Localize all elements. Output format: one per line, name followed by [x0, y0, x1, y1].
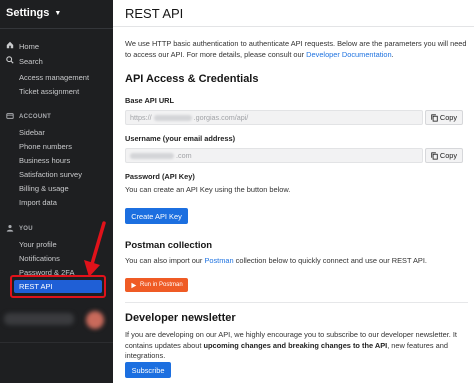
home-icon [5, 41, 15, 51]
caret-down-icon: ▼ [54, 9, 62, 17]
sidebar-title: Settings [6, 7, 50, 19]
username-label: Username (your email address) [125, 134, 236, 143]
postman-text: You can also import our Postman collecti… [125, 256, 468, 267]
password-label: Password (API Key) [125, 172, 195, 181]
intro-body: We use HTTP basic authentication to auth… [125, 39, 467, 59]
sidebar-item-phone-numbers[interactable]: Phone numbers [0, 139, 113, 153]
page-title: REST API [125, 5, 184, 21]
sidebar-bottom-divider [0, 342, 113, 343]
sidebar-item-label: Home [19, 41, 40, 51]
base-url-field[interactable]: https:// .gorgias.com/api/ [125, 110, 423, 125]
sidebar-item-label: Your profile [19, 239, 57, 249]
sidebar-item-access-management[interactable]: Access management [0, 70, 113, 84]
sidebar-header[interactable]: Settings ▼ [0, 0, 113, 26]
run-in-postman-button[interactable]: Run in Postman [125, 278, 188, 292]
sidebar-item-billing-usage[interactable]: Billing & usage [0, 181, 113, 195]
copy-icon [431, 113, 438, 122]
password-help-text: You can create an API Key using the butt… [125, 185, 291, 194]
base-url-suffix: .gorgias.com/api/ [193, 113, 249, 122]
account-icon [5, 112, 15, 122]
sidebar-item-satisfaction-survey[interactable]: Satisfaction survey [0, 167, 113, 181]
main-content: REST API We use HTTP basic authenticatio… [113, 0, 474, 383]
section-label: ACCOUNT [19, 114, 52, 120]
postman-text-end: collection below to quickly connect and … [233, 256, 427, 265]
section-label: YOU [19, 226, 33, 232]
base-url-prefix: https:// [130, 113, 152, 122]
username-suffix: .com [176, 151, 192, 160]
newsletter-text: If you are developing on our API, we hig… [125, 330, 468, 362]
sidebar-divider [0, 28, 113, 29]
user-name-blurred[interactable] [4, 313, 74, 325]
intro-text: We use HTTP basic authentication to auth… [125, 39, 468, 60]
annotation-arrow-icon [84, 221, 106, 277]
sidebar-item-import-data[interactable]: Import data [0, 195, 113, 209]
section-divider [125, 302, 468, 303]
user-icon [5, 224, 15, 234]
sidebar-item-home[interactable]: Home [0, 39, 113, 53]
sidebar-item-label: Business hours [19, 155, 71, 165]
postman-icon [131, 282, 137, 288]
settings-sidebar: Settings ▼ Home Search Access management… [0, 0, 113, 383]
sidebar-item-ticket-assignment[interactable]: Ticket assignment [0, 84, 113, 98]
credentials-heading: API Access & Credentials [125, 73, 259, 85]
newsletter-heading: Developer newsletter [125, 312, 236, 324]
sidebar-item-label: Import data [19, 197, 57, 207]
postman-link[interactable]: Postman [204, 256, 233, 265]
base-url-label: Base API URL [125, 96, 175, 105]
postman-text-start: You can also import our [125, 256, 205, 265]
redacted-email [130, 152, 174, 159]
run-in-postman-label: Run in Postman [140, 282, 183, 288]
sidebar-item-business-hours[interactable]: Business hours [0, 153, 113, 167]
sidebar-item-label: Billing & usage [19, 183, 69, 193]
intro-end: . [391, 49, 394, 59]
subscribe-button[interactable]: Subscribe [125, 362, 171, 378]
sidebar-item-sidebar[interactable]: Sidebar [0, 125, 113, 139]
sidebar-item-label: Satisfaction survey [19, 169, 82, 179]
developer-docs-link[interactable]: Developer Documentation [306, 50, 391, 59]
sidebar-item-search[interactable]: Search [0, 54, 113, 68]
sidebar-item-label: Notifications [19, 253, 60, 263]
create-api-key-button[interactable]: Create API Key [125, 208, 188, 224]
copy-icon [431, 151, 438, 160]
copy-username-button[interactable]: Copy [425, 148, 463, 163]
copy-label: Copy [439, 151, 458, 160]
username-field[interactable]: .com [125, 148, 423, 163]
search-icon [5, 56, 15, 66]
sidebar-section-account: ACCOUNT [0, 110, 113, 124]
page-header: REST API [113, 0, 474, 27]
sidebar-item-label: Access management [19, 72, 90, 82]
avatar[interactable] [86, 311, 104, 329]
newsletter-bold: upcoming changes and breaking changes to… [203, 340, 388, 350]
sidebar-item-label: Sidebar [19, 127, 45, 137]
postman-heading: Postman collection [125, 240, 213, 251]
sidebar-item-label: Phone numbers [19, 141, 72, 151]
sidebar-item-label: Ticket assignment [19, 86, 80, 96]
sidebar-item-label: Search [19, 56, 43, 66]
redacted-subdomain [153, 114, 192, 121]
copy-base-url-button[interactable]: Copy [425, 110, 463, 125]
copy-label: Copy [439, 113, 458, 122]
